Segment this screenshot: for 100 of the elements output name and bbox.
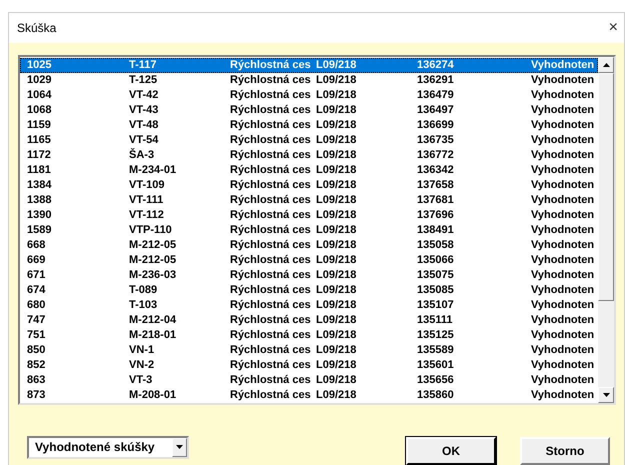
list-cell-text: M-218-01 bbox=[129, 330, 178, 341]
scroll-down-button[interactable] bbox=[598, 387, 614, 403]
list-cell-text: VT-109 bbox=[129, 180, 166, 191]
list-cell-text: Vyhodnoten bbox=[531, 105, 596, 116]
list-row[interactable]: 1068 VT-43 Rýchlostná ces L09/218 136497 Vyhodnoten bbox=[20, 103, 598, 118]
list-cell-text: Rýchlostná ces bbox=[230, 120, 312, 131]
list-cell-text: VT-54 bbox=[129, 135, 160, 146]
list-cell-text: 1388 bbox=[27, 195, 52, 206]
list-row[interactable]: 1172 ŠA-3 Rýchlostná ces L09/218 136772 Vyhodnoten bbox=[20, 148, 598, 163]
list-cell-text: 751 bbox=[27, 330, 46, 341]
list-cell-text: 137658 bbox=[417, 180, 455, 191]
list-row[interactable]: 751 M-218-01 Rýchlostná ces L09/218 135125 Vyhodnoten bbox=[20, 328, 598, 343]
dropdown-arrow-button[interactable] bbox=[172, 438, 187, 456]
list-cell-text: L09/218 bbox=[316, 60, 358, 71]
list-cell-text: 850 bbox=[27, 345, 46, 356]
list-cell-text: 863 bbox=[27, 375, 46, 386]
list-row[interactable]: 863 VT-3 Rýchlostná ces L09/218 135656 Vyhodnoten bbox=[20, 373, 598, 388]
list-cell-text: Rýchlostná ces bbox=[230, 165, 312, 176]
list-row[interactable]: 1029 T-125 Rýchlostná ces L09/218 136291 Vyhodnoten bbox=[20, 73, 598, 88]
list-cell-text: L09/218 bbox=[316, 375, 358, 386]
list-cell-text: VT-42 bbox=[129, 90, 160, 101]
list-cell-text: 135125 bbox=[417, 330, 455, 341]
list-cell-text: 1025 bbox=[27, 60, 52, 71]
list-cell-text: Vyhodnoten bbox=[531, 315, 596, 326]
list-cell-text: 668 bbox=[27, 240, 46, 251]
list-cell-text: ŠA-3 bbox=[129, 150, 156, 161]
list-cell-text: Vyhodnoten bbox=[531, 135, 596, 146]
list-cell-text: 136699 bbox=[417, 120, 455, 131]
list-row[interactable]: 747 M-212-04 Rýchlostná ces L09/218 135111 Vyhodnoten bbox=[20, 313, 598, 328]
scroll-thumb[interactable] bbox=[598, 73, 614, 301]
list-row[interactable]: 1390 VT-112 Rýchlostná ces L09/218 137696 Vyhodnoten bbox=[20, 208, 598, 223]
list-cell-text: L09/218 bbox=[316, 360, 358, 371]
list-row[interactable]: 850 VN-1 Rýchlostná ces L09/218 135589 Vyhodnoten bbox=[20, 343, 598, 358]
list-row[interactable]: 852 VN-2 Rýchlostná ces L09/218 135601 Vyhodnoten bbox=[20, 358, 598, 373]
list-row[interactable]: 1384 VT-109 Rýchlostná ces L09/218 137658 Vyhodnoten bbox=[20, 178, 598, 193]
list-cell-text: L09/218 bbox=[316, 390, 358, 401]
list-cell-text: 135107 bbox=[417, 300, 455, 311]
list-cell-text: VTP-110 bbox=[129, 225, 173, 236]
list-cell-text: 671 bbox=[27, 270, 46, 281]
list-row[interactable]: 1165 VT-54 Rýchlostná ces L09/218 136735 Vyhodnoten bbox=[20, 133, 598, 148]
list-cell-text: 680 bbox=[27, 300, 46, 311]
list-cell-text: L09/218 bbox=[316, 255, 358, 266]
list-cell-text: Rýchlostná ces bbox=[230, 150, 312, 161]
list-row[interactable]: 873 M-208-01 Rýchlostná ces L09/218 135860 Vyhodnoten bbox=[20, 388, 598, 403]
dialog-button[interactable]: OK bbox=[406, 437, 496, 465]
list-row[interactable]: 1589 VTP-110 Rýchlostná ces L09/218 138491 Vyhodnoten bbox=[20, 223, 598, 238]
list-row[interactable]: 1388 VT-111 Rýchlostná ces L09/218 137681 Vyhodnoten bbox=[20, 193, 598, 208]
list-cell-text: 135075 bbox=[417, 270, 455, 281]
list-cell-text: Rýchlostná ces bbox=[230, 390, 312, 401]
list-row[interactable]: 1064 VT-42 Rýchlostná ces L09/218 136479 Vyhodnoten bbox=[20, 88, 598, 103]
list-cell-text: Vyhodnoten bbox=[531, 375, 596, 386]
list-cell-text: Rýchlostná ces bbox=[230, 75, 312, 86]
list-cell-text: Vyhodnoten bbox=[531, 90, 596, 101]
list-cell-text: L09/218 bbox=[316, 90, 358, 101]
list-cell-text: Vyhodnoten bbox=[531, 120, 596, 131]
list-cell-text: 135860 bbox=[417, 390, 455, 401]
list-cell-text: Vyhodnoten bbox=[531, 60, 596, 71]
list-cell-text: L09/218 bbox=[316, 135, 358, 146]
list-cell-text: Rýchlostná ces bbox=[230, 210, 312, 221]
list-cell-text: 135111 bbox=[417, 315, 454, 326]
list-row[interactable]: 674 T-089 Rýchlostná ces L09/218 135085 Vyhodnoten bbox=[20, 283, 598, 298]
list-cell-text: L09/218 bbox=[316, 285, 358, 296]
list-cell-text: Vyhodnoten bbox=[531, 285, 596, 296]
down-arrow-icon bbox=[602, 393, 610, 397]
dialog-button[interactable]: Storno bbox=[520, 437, 610, 465]
list-row[interactable]: 671 M-236-03 Rýchlostná ces L09/218 135075 Vyhodnoten bbox=[20, 268, 598, 283]
list-cell-text: T-103 bbox=[129, 300, 158, 311]
list-row[interactable]: 1181 M-234-01 Rýchlostná ces L09/218 136342 Vyhodnoten bbox=[20, 163, 598, 178]
list-cell-text: 135589 bbox=[417, 345, 455, 356]
list-cell-text: Vyhodnoten bbox=[531, 150, 596, 161]
list-cell-text: 136274 bbox=[417, 60, 455, 71]
list-cell-text: Vyhodnoten bbox=[531, 390, 596, 401]
scroll-up-button[interactable] bbox=[598, 57, 614, 73]
list-cell-text: Vyhodnoten bbox=[531, 270, 596, 281]
list-cell-text: M-212-04 bbox=[129, 315, 178, 326]
up-arrow-icon bbox=[602, 63, 610, 67]
list-cell-text: L09/218 bbox=[316, 315, 358, 326]
list-cell-text: VN-2 bbox=[129, 360, 156, 371]
list-cell-text: Rýchlostná ces bbox=[230, 285, 312, 296]
list-cell-text: Vyhodnoten bbox=[531, 210, 596, 221]
list-cell-text: 137681 bbox=[417, 195, 455, 206]
list-row[interactable]: 669 M-212-05 Rýchlostná ces L09/218 135066 Vyhodnoten bbox=[20, 253, 598, 268]
list-cell-text: M-208-01 bbox=[129, 390, 178, 401]
list-cell-text: Vyhodnoten bbox=[531, 255, 596, 266]
filter-dropdown[interactable]: Vyhodnotené skúšky bbox=[27, 436, 189, 458]
list-cell-text: T-089 bbox=[129, 285, 158, 296]
list-cell-text: L09/218 bbox=[316, 150, 358, 161]
list-row[interactable]: 668 M-212-05 Rýchlostná ces L09/218 135058 Vyhodnoten bbox=[20, 238, 598, 253]
list-cell-text: Vyhodnoten bbox=[531, 330, 596, 341]
list-cell-text: Rýchlostná ces bbox=[230, 330, 312, 341]
list-row[interactable]: 1159 VT-48 Rýchlostná ces L09/218 136699 Vyhodnoten bbox=[20, 118, 598, 133]
list-cell-text: Rýchlostná ces bbox=[230, 315, 312, 326]
list-cell-text: Rýchlostná ces bbox=[230, 255, 312, 266]
close-button[interactable]: × bbox=[608, 20, 618, 36]
list-row[interactable]: 680 T-103 Rýchlostná ces L09/218 135107 Vyhodnoten bbox=[20, 298, 598, 313]
scrollbar[interactable] bbox=[598, 57, 614, 403]
list-cell-text: 136479 bbox=[417, 90, 455, 101]
list-cell-text: 1068 bbox=[27, 105, 52, 116]
list-row[interactable]: 1025 T-117 Rýchlostná ces L09/218 136274 Vyhodnoten bbox=[20, 58, 598, 73]
list-cell-text: Rýchlostná ces bbox=[230, 360, 312, 371]
